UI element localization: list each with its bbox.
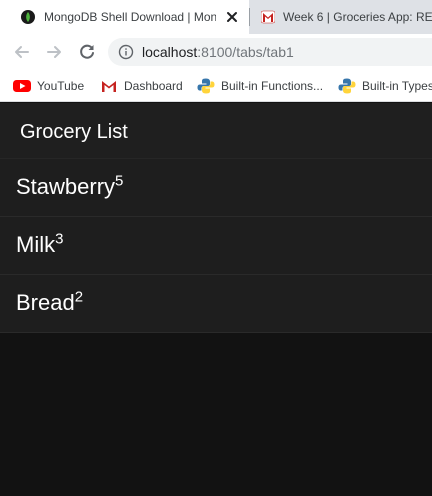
python-icon — [197, 78, 215, 93]
item-name: Bread — [16, 290, 75, 315]
item-label: Stawberry5 — [16, 173, 123, 201]
url-text: localhost:8100/tabs/tab1 — [142, 44, 294, 60]
url-path: :8100/tabs/tab1 — [197, 44, 294, 60]
close-tab-icon[interactable] — [225, 10, 239, 24]
gmail-icon — [102, 80, 116, 92]
bookmark-label: YouTube — [37, 78, 85, 93]
gmail-icon — [261, 10, 275, 24]
tab-groceries-app[interactable]: Week 6 | Groceries App: RES — [249, 0, 432, 34]
reload-icon[interactable] — [77, 42, 97, 62]
bookmark-youtube[interactable]: YouTube — [13, 70, 84, 101]
item-quantity: 5 — [115, 172, 124, 190]
bookmark-label: Dashboard — [124, 78, 183, 93]
item-label: Bread2 — [16, 289, 83, 317]
list-item[interactable]: Stawberry5 — [0, 159, 432, 217]
bookmark-label: Built-in Functions... — [221, 78, 324, 93]
bookmark-built-in-functions[interactable]: Built-in Functions... — [197, 70, 323, 101]
youtube-icon — [13, 79, 31, 92]
python-icon — [338, 78, 356, 93]
item-label: Milk3 — [16, 231, 63, 259]
item-quantity: 2 — [74, 288, 84, 306]
tab-strip: MongoDB Shell Download | Mon Week 6 | Gr… — [0, 0, 432, 34]
browser-toolbar: localhost:8100/tabs/tab1 — [0, 34, 432, 70]
app-content: Grocery List Stawberry5 Milk3 Bread2 — [0, 103, 432, 496]
forward-arrow-icon[interactable] — [44, 42, 64, 62]
page-title: Grocery List — [20, 121, 128, 143]
bookmarks-bar: YouTube Dashboard Built-in Functions... … — [0, 70, 432, 102]
mongodb-leaf-icon — [21, 10, 35, 24]
app-header: Grocery List — [0, 103, 432, 159]
tab-mongodb-shell[interactable]: MongoDB Shell Download | Mon — [0, 0, 249, 34]
back-arrow-icon[interactable] — [12, 42, 32, 62]
item-name: Stawberry — [16, 174, 116, 199]
site-info-icon[interactable] — [118, 44, 134, 60]
browser-window: MongoDB Shell Download | Mon Week 6 | Gr… — [0, 0, 432, 496]
bookmark-dashboard[interactable]: Dashboard — [100, 70, 183, 101]
tab-title: MongoDB Shell Download | Mon — [44, 10, 216, 24]
item-name: Milk — [16, 232, 56, 257]
list-item[interactable]: Milk3 — [0, 217, 432, 275]
address-bar[interactable]: localhost:8100/tabs/tab1 — [108, 38, 432, 66]
tab-title: Week 6 | Groceries App: RES — [283, 10, 432, 24]
bookmark-built-in-types[interactable]: Built-in Types — [338, 70, 432, 101]
url-host: localhost — [142, 44, 198, 60]
item-quantity: 3 — [55, 230, 64, 248]
list-item[interactable]: Bread2 — [0, 275, 432, 333]
grocery-list: Stawberry5 Milk3 Bread2 — [0, 159, 432, 333]
bookmark-label: Built-in Types — [362, 78, 432, 93]
